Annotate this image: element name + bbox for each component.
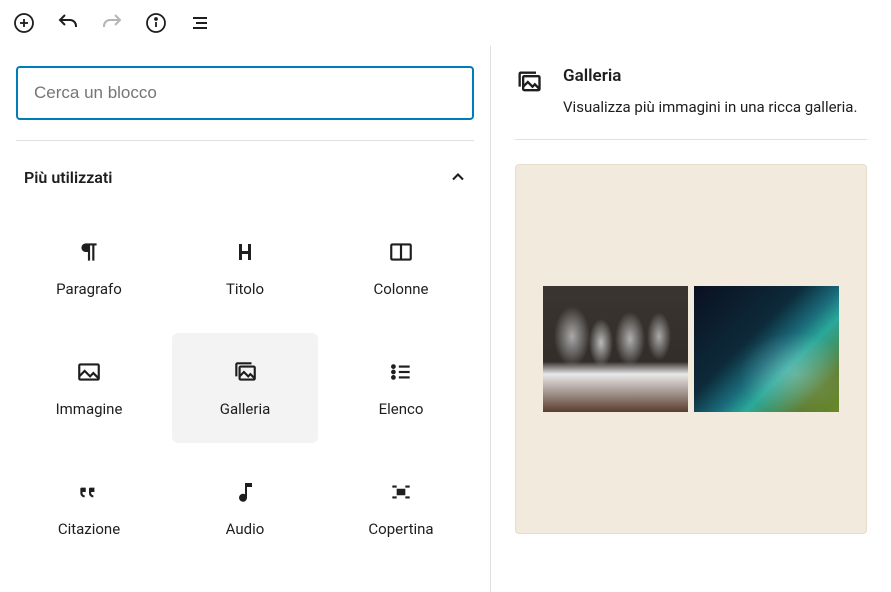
preview-canvas <box>515 164 867 534</box>
block-immagine[interactable]: Immagine <box>16 333 162 443</box>
block-preview-panel: Galleria Visualizza più immagini in una … <box>490 46 891 592</box>
inserter-main: Più utilizzati Paragrafo Titolo <box>0 46 891 592</box>
preview-title: Galleria <box>563 66 857 86</box>
editor-toolbar <box>0 0 891 46</box>
columns-icon <box>387 238 415 266</box>
block-citazione[interactable]: Citazione <box>16 453 162 563</box>
undo-icon[interactable] <box>56 11 80 35</box>
cover-icon <box>387 478 415 506</box>
section-most-used[interactable]: Più utilizzati <box>16 159 474 195</box>
search-input[interactable] <box>16 66 474 120</box>
image-icon <box>75 358 103 386</box>
block-label: Titolo <box>226 280 264 298</box>
section-title: Più utilizzati <box>24 168 112 187</box>
block-label: Citazione <box>58 520 120 538</box>
redo-icon <box>100 11 124 35</box>
audio-icon <box>231 478 259 506</box>
divider <box>16 140 474 141</box>
preview-thumbnail <box>543 286 688 412</box>
block-label: Paragrafo <box>56 280 122 298</box>
add-block-icon[interactable] <box>12 11 36 35</box>
block-paragrafo[interactable]: Paragrafo <box>16 213 162 323</box>
gallery-icon <box>231 358 259 386</box>
preview-description: Visualizza più immagini in una ricca gal… <box>563 96 857 119</box>
search-wrap <box>16 66 474 120</box>
block-titolo[interactable]: Titolo <box>172 213 318 323</box>
outline-icon[interactable] <box>188 11 212 35</box>
heading-icon <box>231 238 259 266</box>
block-label: Galleria <box>220 400 271 418</box>
block-elenco[interactable]: Elenco <box>328 333 474 443</box>
quote-icon <box>75 478 103 506</box>
block-label: Colonne <box>373 280 428 298</box>
list-icon <box>387 358 415 386</box>
block-grid: Paragrafo Titolo Colonne Immagine <box>16 195 474 563</box>
block-label: Elenco <box>379 400 424 418</box>
block-label: Immagine <box>56 400 123 418</box>
gallery-icon <box>515 68 543 96</box>
preview-text: Galleria Visualizza più immagini in una … <box>563 66 857 119</box>
block-copertina[interactable]: Copertina <box>328 453 474 563</box>
block-galleria[interactable]: Galleria <box>172 333 318 443</box>
block-label: Audio <box>226 520 265 538</box>
preview-header: Galleria Visualizza più immagini in una … <box>515 66 867 140</box>
chevron-up-icon <box>446 165 470 189</box>
block-inserter-panel: Più utilizzati Paragrafo Titolo <box>0 46 490 592</box>
block-label: Copertina <box>368 520 433 538</box>
paragraph-icon <box>75 238 103 266</box>
info-icon[interactable] <box>144 11 168 35</box>
block-colonne[interactable]: Colonne <box>328 213 474 323</box>
preview-thumbnail <box>694 286 839 412</box>
block-audio[interactable]: Audio <box>172 453 318 563</box>
